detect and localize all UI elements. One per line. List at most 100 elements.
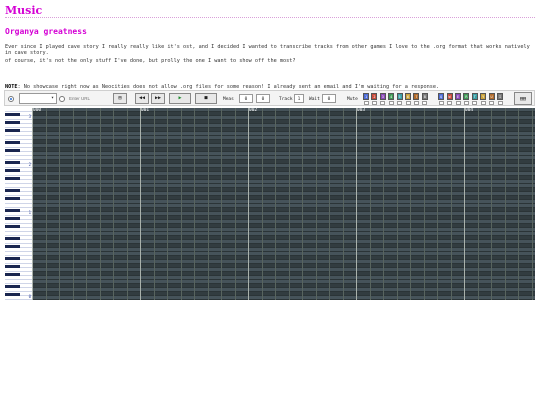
mute-toggle-1[interactable]: 1: [363, 93, 369, 100]
mute-toggle-6[interactable]: 6: [405, 93, 411, 100]
mute-toggle-8[interactable]: 8: [421, 93, 428, 100]
play-button[interactable]: ▶: [169, 93, 191, 104]
measure-label: 003: [357, 108, 366, 113]
mute-checkbox-1[interactable]: [363, 101, 369, 105]
intro-paragraph-2: of course, it's not the only stuff I've …: [5, 58, 296, 64]
preset-radio[interactable]: [8, 96, 14, 102]
mute-toggle-2[interactable]: 2: [371, 93, 378, 100]
beat-line: [302, 108, 303, 300]
mute-toggle-y[interactable]: Y: [480, 93, 487, 100]
forward-button[interactable]: ▶▶: [151, 93, 165, 104]
page-title: Music: [5, 4, 43, 17]
beat-line: [437, 108, 438, 300]
beat-line: [450, 108, 452, 300]
rewind-icon: ◀◀: [138, 95, 146, 101]
organya-toolbar: ▾ ▤ ◀◀ ▶▶ ▶ ■ Meas 0 0 Track 1 Wait 0 Mu…: [4, 90, 535, 106]
load-button[interactable]: ▤: [113, 93, 127, 104]
beat-line: [167, 108, 168, 300]
url-radio[interactable]: [59, 96, 65, 102]
export-button[interactable]: ▤▤: [514, 92, 532, 105]
measure-line: [248, 108, 249, 300]
fast-forward-icon: ▶▶: [154, 95, 162, 101]
beat-line: [504, 108, 506, 300]
mute-toggle-q[interactable]: Q: [438, 93, 445, 100]
measure-label: 001: [141, 108, 150, 113]
beat-line: [531, 108, 533, 300]
beat-line: [329, 108, 330, 300]
meas-input-1[interactable]: 0: [239, 94, 253, 103]
measure-label: 000: [33, 108, 42, 113]
mute-toggle-i[interactable]: I: [497, 93, 503, 100]
mute-checkbox-i[interactable]: [497, 101, 503, 105]
beat-line: [180, 108, 182, 300]
mute-checkbox-3[interactable]: [380, 101, 386, 105]
measure-label: 004: [465, 108, 474, 113]
measure-line: [32, 108, 33, 300]
mute-toggle-3[interactable]: 3: [379, 93, 386, 100]
mute-toggle-t[interactable]: T: [471, 93, 478, 100]
mute-checkbox-6[interactable]: [405, 101, 411, 105]
mute-toggle-w[interactable]: W: [446, 93, 453, 100]
beat-line: [99, 108, 101, 300]
measure-line: [140, 108, 141, 300]
beat-line: [221, 108, 222, 300]
piano-roll-grid[interactable]: 000 001 002 003 004: [32, 108, 535, 300]
stop-button[interactable]: ■: [195, 93, 217, 104]
octave-label: 0: [28, 294, 31, 299]
folder-icon: ▤: [118, 95, 122, 101]
beat-line: [59, 108, 60, 300]
beat-line: [383, 108, 384, 300]
piano-keyboard[interactable]: 3 2 1 0: [5, 108, 33, 300]
mute-checkbox-q[interactable]: [438, 101, 444, 105]
beat-line: [369, 108, 371, 300]
rewind-button[interactable]: ◀◀: [135, 93, 149, 104]
beat-line: [491, 108, 492, 300]
mute-toggle-4[interactable]: 4: [388, 93, 395, 100]
meas-label: Meas: [223, 97, 234, 102]
title-divider: [5, 17, 535, 18]
wait-input[interactable]: 0: [322, 94, 336, 103]
mute-toggle-5[interactable]: 5: [396, 93, 403, 100]
beat-line: [518, 108, 519, 300]
mute-checkbox-4[interactable]: [388, 101, 394, 105]
chevron-down-icon: ▾: [50, 95, 54, 101]
beat-line: [113, 108, 114, 300]
section-heading: Organya greatness: [5, 27, 87, 36]
mute-toggle-e[interactable]: E: [455, 93, 461, 100]
beat-line: [126, 108, 128, 300]
beat-line: [207, 108, 209, 300]
mute-checkbox-w[interactable]: [447, 101, 453, 105]
mute-checkbox-u[interactable]: [489, 101, 495, 105]
song-select[interactable]: ▾: [19, 93, 57, 104]
mute-checkbox-r[interactable]: [463, 101, 469, 105]
mute-checkbox-8[interactable]: [422, 101, 428, 105]
measure-line: [356, 108, 357, 300]
meas-input-2[interactable]: 0: [256, 94, 270, 103]
beat-line: [410, 108, 411, 300]
beat-line: [194, 108, 195, 300]
mute-toggle-r[interactable]: R: [463, 93, 470, 100]
mute-checkbox-y[interactable]: [480, 101, 486, 105]
beat-line: [315, 108, 317, 300]
wait-label: Wait: [309, 97, 320, 102]
mute-checkbox-7[interactable]: [413, 101, 419, 105]
beat-line: [45, 108, 47, 300]
mute-label: Mute: [347, 97, 358, 102]
stop-icon: ■: [204, 95, 208, 101]
measure-label: 002: [249, 108, 258, 113]
mute-checkbox-5[interactable]: [397, 101, 403, 105]
mute-toggle-7[interactable]: 7: [413, 93, 420, 100]
save-icon: ▤▤: [519, 95, 527, 102]
intro-paragraph: Ever since I played cave story I really …: [5, 44, 533, 57]
mute-checkbox-2[interactable]: [371, 101, 377, 105]
octave-label: 2: [28, 162, 31, 167]
track-input[interactable]: 1: [294, 94, 304, 103]
mute-toggle-u[interactable]: U: [488, 93, 495, 100]
mute-checkbox-e[interactable]: [455, 101, 461, 105]
roll-row[interactable]: [32, 296, 535, 300]
url-input[interactable]: [67, 94, 107, 103]
mute-checkbox-t[interactable]: [472, 101, 478, 105]
beat-line: [153, 108, 155, 300]
beat-line: [72, 108, 74, 300]
measure-line: [464, 108, 465, 300]
